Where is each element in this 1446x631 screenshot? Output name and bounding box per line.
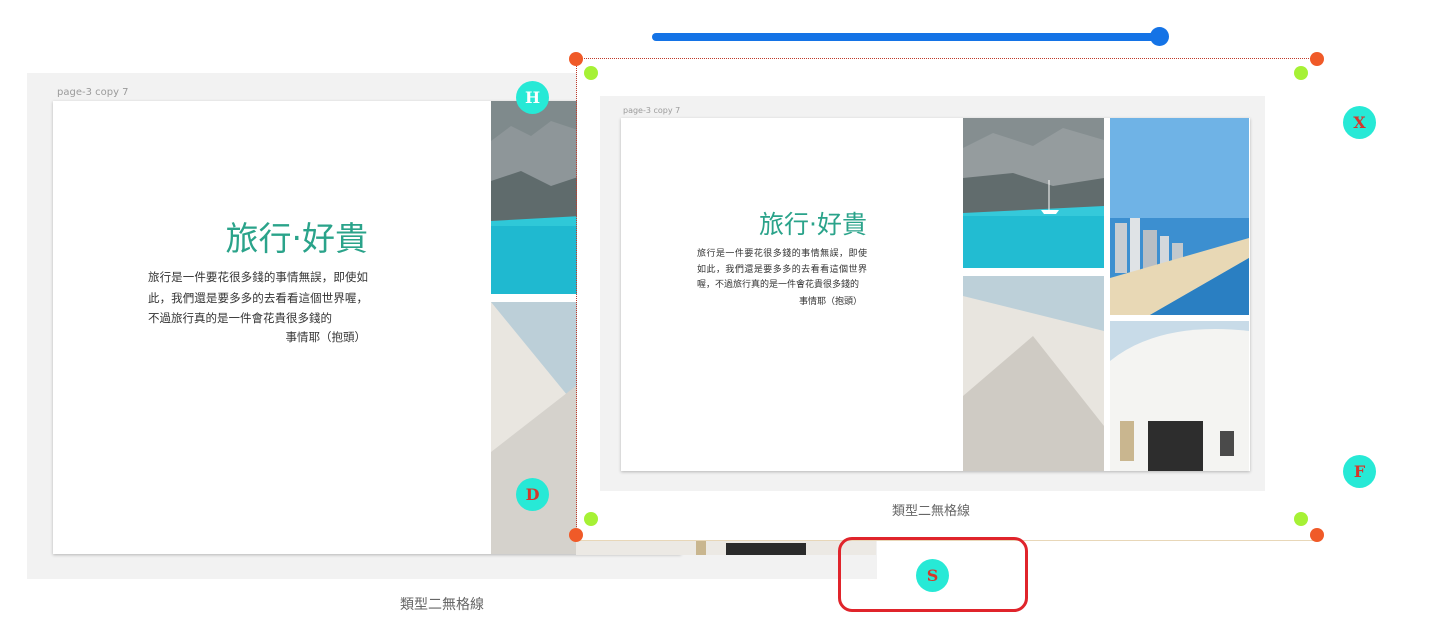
resize-handle-top-right[interactable]	[1310, 52, 1324, 66]
rotate-handle-top-right[interactable]	[1294, 66, 1308, 80]
artboard-caption: 類型二無格線	[400, 597, 484, 613]
resize-handle-bottom-left[interactable]	[569, 528, 583, 542]
marker-f: F	[1343, 455, 1376, 488]
photo-strip	[576, 540, 876, 555]
photo-sea-cliff	[491, 101, 581, 294]
rotate-handle-bottom-left[interactable]	[584, 512, 598, 526]
marker-h: H	[516, 81, 549, 114]
marker-x: X	[1343, 106, 1376, 139]
page-body-text-end: 事情耶（抱頭）	[285, 330, 367, 344]
resize-handle-top-left[interactable]	[569, 52, 583, 66]
marker-s: S	[916, 559, 949, 592]
selection-frame[interactable]	[576, 58, 1317, 537]
rotate-handle-bottom-right[interactable]	[1294, 512, 1308, 526]
photo-white-wall	[491, 302, 581, 554]
page-body-text: 旅行是一件要花很多錢的事情無誤，即使如此，我們還是要多多的去看看這個世界喔，不過…	[148, 270, 368, 325]
rotate-handle-top-left[interactable]	[584, 66, 598, 80]
zoom-slider-thumb[interactable]	[1150, 27, 1169, 46]
zoom-slider-track[interactable]	[652, 33, 1162, 41]
resize-handle-bottom-right[interactable]	[1310, 528, 1324, 542]
marker-d: D	[516, 478, 549, 511]
page-title: 旅行‧好貴	[225, 219, 369, 258]
artboard-label: page-3 copy 7	[57, 87, 129, 98]
